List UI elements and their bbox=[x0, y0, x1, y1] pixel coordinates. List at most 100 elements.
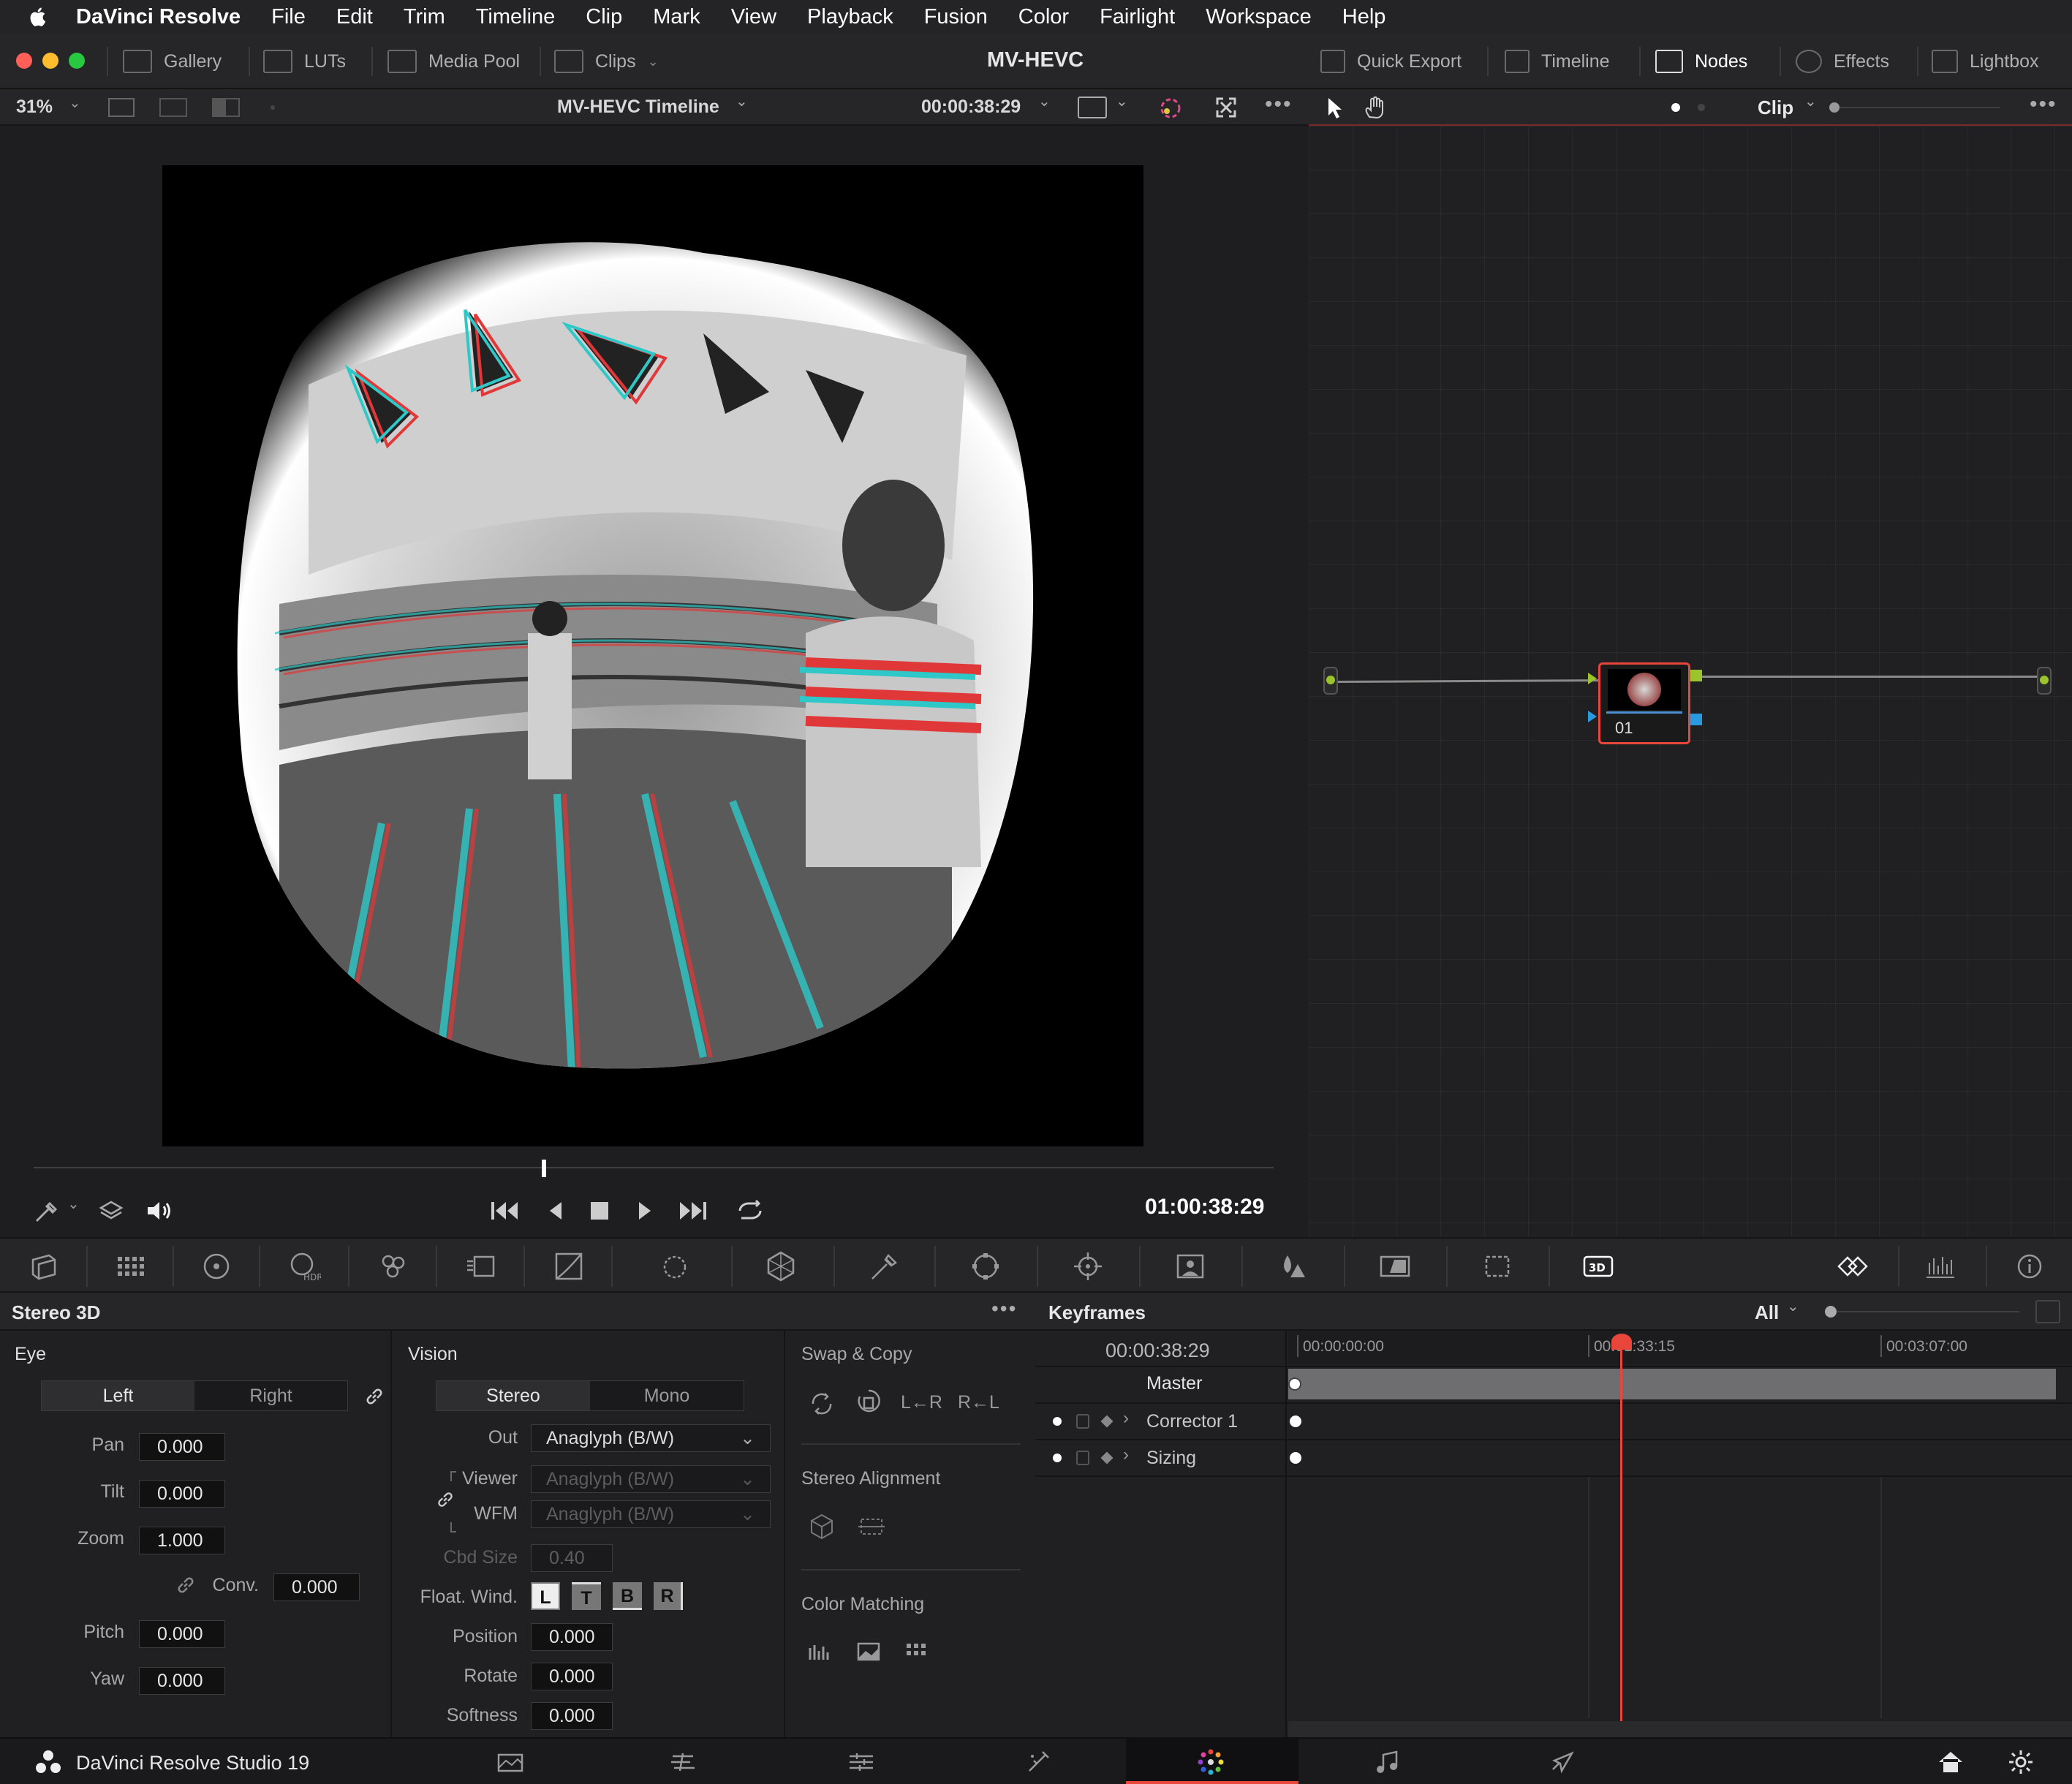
stereo-mode-button[interactable]: Stereo bbox=[436, 1381, 590, 1410]
chevron-down-icon[interactable]: ⌄ bbox=[67, 1195, 80, 1213]
link-icon[interactable] bbox=[175, 1575, 196, 1595]
fairlight-page-icon[interactable] bbox=[1373, 1749, 1402, 1775]
auto-align-icon[interactable] bbox=[807, 1512, 836, 1541]
eyedropper-icon[interactable] bbox=[32, 1198, 61, 1224]
keyframes-filter[interactable]: All bbox=[1755, 1301, 1779, 1324]
lightbox-button[interactable]: Lightbox bbox=[1932, 34, 2039, 89]
cut-page-icon[interactable] bbox=[668, 1749, 697, 1775]
maximize-window-button[interactable] bbox=[69, 53, 85, 69]
menu-color[interactable]: Color bbox=[1018, 5, 1069, 29]
viewer-timecode[interactable]: 00:00:38:29 bbox=[921, 97, 1021, 118]
chevron-right-icon[interactable]: › bbox=[1123, 1445, 1129, 1465]
magic-mask-icon[interactable] bbox=[1171, 1247, 1209, 1285]
node-graph-dot-icon[interactable] bbox=[1698, 104, 1705, 111]
expand-icon[interactable] bbox=[2035, 1300, 2060, 1323]
copy-right-to-left-button[interactable]: R←L bbox=[958, 1392, 999, 1413]
keyframe-scrollbar[interactable] bbox=[1288, 1721, 2072, 1737]
color-picker-icon[interactable] bbox=[1157, 95, 1184, 121]
track-master[interactable]: Master bbox=[1035, 1367, 1287, 1401]
scrubber-track[interactable] bbox=[34, 1167, 1274, 1168]
swap-eyes-icon[interactable] bbox=[807, 1389, 836, 1418]
menu-view[interactable]: View bbox=[731, 5, 776, 29]
rotate-input[interactable]: 0.000 bbox=[531, 1663, 613, 1690]
menu-fusion[interactable]: Fusion bbox=[924, 5, 988, 29]
rgb-mixer-icon[interactable] bbox=[374, 1247, 412, 1285]
mono-mode-button[interactable]: Mono bbox=[590, 1381, 744, 1410]
conv-input[interactable]: 0.000 bbox=[273, 1573, 360, 1601]
qualifier-icon[interactable] bbox=[762, 1247, 800, 1285]
zoom-input[interactable]: 1.000 bbox=[139, 1527, 225, 1554]
cbd-size-input[interactable]: 0.40 bbox=[531, 1544, 613, 1572]
zoom-slider-track[interactable] bbox=[1840, 107, 2000, 108]
play-reverse-icon[interactable] bbox=[545, 1199, 566, 1222]
layers-icon[interactable] bbox=[97, 1198, 126, 1224]
clips-button[interactable]: Clips ⌄ bbox=[554, 34, 659, 89]
gallery-viewer-icon[interactable] bbox=[159, 98, 187, 117]
sizing-icon[interactable] bbox=[1478, 1247, 1516, 1285]
menu-clip[interactable]: Clip bbox=[586, 5, 622, 29]
vision-toggle[interactable]: Stereo Mono bbox=[436, 1380, 744, 1411]
position-input[interactable]: 0.000 bbox=[531, 1623, 613, 1651]
chevron-right-icon[interactable]: › bbox=[1123, 1408, 1129, 1429]
menu-trim[interactable]: Trim bbox=[404, 5, 445, 29]
chevron-down-icon[interactable]: ⌄ bbox=[736, 92, 748, 110]
lock-icon[interactable] bbox=[1076, 1414, 1089, 1429]
track-sizing[interactable]: › Sizing bbox=[1035, 1440, 1287, 1475]
eyedropper-qualifier-icon[interactable] bbox=[864, 1247, 902, 1285]
nodes-button[interactable]: Nodes bbox=[1655, 34, 1747, 89]
go-to-end-icon[interactable] bbox=[677, 1199, 709, 1222]
output-alpha-port-icon[interactable] bbox=[1690, 714, 1702, 725]
match-image-icon[interactable] bbox=[855, 1641, 882, 1663]
keyframe-dot-icon[interactable] bbox=[1288, 1377, 1301, 1391]
node-mode-select[interactable]: Clip bbox=[1758, 97, 1793, 119]
menu-help[interactable]: Help bbox=[1342, 5, 1386, 29]
settings-gear-icon[interactable] bbox=[2006, 1749, 2035, 1775]
deliver-page-icon[interactable] bbox=[1547, 1749, 1576, 1775]
track-corrector-1[interactable]: › Corrector 1 bbox=[1035, 1404, 1287, 1439]
float-bottom-button[interactable]: B bbox=[613, 1582, 642, 1610]
keyframes-icon[interactable] bbox=[1834, 1247, 1872, 1285]
chevron-down-icon[interactable]: ⌄ bbox=[1787, 1297, 1799, 1315]
viewer-select[interactable]: Anaglyph (B/W) ⌄ bbox=[531, 1465, 771, 1493]
single-viewer-icon[interactable] bbox=[108, 98, 135, 117]
media-pool-button[interactable]: Media Pool bbox=[387, 34, 520, 89]
menu-edit[interactable]: Edit bbox=[336, 5, 373, 29]
gallery-button[interactable]: Gallery bbox=[123, 34, 222, 89]
softness-input[interactable]: 0.000 bbox=[531, 1702, 613, 1730]
hdr-icon[interactable]: HDR bbox=[285, 1247, 323, 1285]
menu-app-name[interactable]: DaVinci Resolve bbox=[76, 5, 241, 29]
window-icon[interactable] bbox=[967, 1247, 1005, 1285]
yaw-input[interactable]: 0.000 bbox=[139, 1667, 225, 1695]
menu-workspace[interactable]: Workspace bbox=[1206, 5, 1312, 29]
blur-icon[interactable] bbox=[1274, 1247, 1312, 1285]
link-icon[interactable] bbox=[364, 1386, 385, 1407]
stereo-3d-icon[interactable]: 3D bbox=[1579, 1247, 1617, 1285]
more-options-icon[interactable]: ••• bbox=[1265, 92, 1293, 117]
align-offset-icon[interactable] bbox=[857, 1513, 886, 1540]
match-grid-icon[interactable] bbox=[904, 1641, 930, 1663]
chevron-down-icon[interactable]: ⌄ bbox=[69, 94, 81, 112]
float-right-button[interactable]: R bbox=[654, 1582, 683, 1610]
keyframe-diamond-icon[interactable] bbox=[1100, 1415, 1113, 1428]
zoom-slider-handle[interactable] bbox=[1829, 102, 1840, 113]
left-eye-button[interactable]: Left bbox=[42, 1381, 194, 1410]
close-window-button[interactable] bbox=[16, 53, 32, 69]
menu-timeline[interactable]: Timeline bbox=[476, 5, 556, 29]
wfm-select[interactable]: Anaglyph (B/W) ⌄ bbox=[531, 1500, 771, 1528]
master-track-bar[interactable] bbox=[1288, 1369, 2056, 1399]
chevron-down-icon[interactable]: ⌄ bbox=[1804, 92, 1817, 110]
menu-playback[interactable]: Playback bbox=[807, 5, 893, 29]
hand-icon[interactable] bbox=[1363, 97, 1388, 120]
zoom-level[interactable]: 31% bbox=[16, 97, 53, 118]
color-warper-icon[interactable] bbox=[658, 1247, 696, 1285]
scopes-icon[interactable] bbox=[1921, 1247, 1959, 1285]
color-match-icon[interactable] bbox=[111, 1247, 149, 1285]
pointer-icon[interactable] bbox=[1326, 97, 1344, 120]
eye-toggle[interactable]: Left Right bbox=[41, 1380, 348, 1411]
tracker-icon[interactable] bbox=[1069, 1247, 1107, 1285]
float-top-button[interactable]: T bbox=[572, 1582, 601, 1610]
quick-export-button[interactable]: Quick Export bbox=[1320, 34, 1462, 89]
go-to-start-icon[interactable] bbox=[488, 1199, 521, 1222]
minimize-window-button[interactable] bbox=[42, 53, 58, 69]
info-icon[interactable] bbox=[2011, 1247, 2049, 1285]
